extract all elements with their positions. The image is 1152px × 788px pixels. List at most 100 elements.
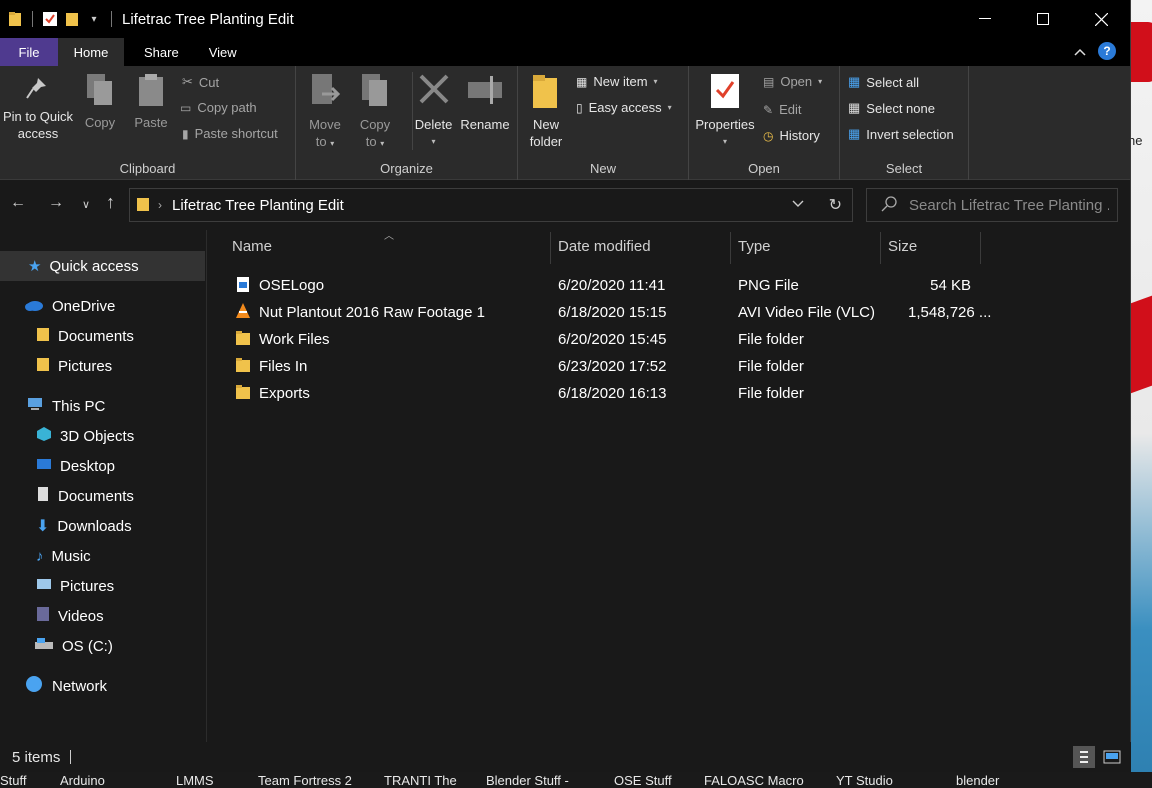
sidebar-item-documents[interactable]: Documents — [36, 481, 134, 511]
sidebar-item-onedrive-documents[interactable]: Documents — [36, 321, 134, 351]
paste-button[interactable]: Paste — [132, 72, 170, 131]
file-row[interactable]: OSELogo 6/20/2020 11:41 PNG File 54 KB — [230, 272, 980, 299]
file-date: 6/20/2020 11:41 — [558, 277, 666, 294]
address-bar[interactable]: › Lifetrac Tree Planting Edit ↻ — [129, 188, 853, 222]
taskbar-item[interactable]: Stuff — [0, 773, 27, 788]
collapse-ribbon-chevron-icon[interactable] — [1074, 43, 1086, 59]
maximize-button[interactable] — [1014, 0, 1072, 38]
file-row[interactable]: Work Files 6/20/2020 15:45 File folder — [230, 326, 980, 353]
tab-file[interactable]: File — [0, 38, 58, 66]
pin-to-quick-access-button[interactable]: Pin to Quick access — [2, 72, 74, 142]
new-item-button[interactable]: ▦ New item ▾ — [576, 74, 658, 89]
file-type: AVI Video File (VLC) — [738, 304, 875, 321]
file-row[interactable]: Exports 6/18/2020 16:13 File folder — [230, 380, 980, 407]
column-header-size[interactable]: Size — [888, 238, 917, 255]
open-icon: ▤ — [763, 74, 775, 89]
taskbar-item[interactable]: OSE Stuff — [614, 773, 672, 788]
easy-access-button[interactable]: ▯ Easy access ▾ — [576, 100, 672, 115]
breadcrumb[interactable]: Lifetrac Tree Planting Edit — [172, 197, 344, 214]
search-box[interactable] — [866, 188, 1118, 222]
chevron-down-icon: ▾ — [380, 139, 385, 148]
file-row[interactable]: Nut Plantout 2016 Raw Footage 1 6/18/202… — [230, 299, 991, 326]
file-row[interactable]: Files In 6/23/2020 17:52 File folder — [230, 353, 980, 380]
sidebar-item-onedrive-pictures[interactable]: Pictures — [36, 351, 112, 381]
sidebar-item-pictures[interactable]: Pictures — [36, 571, 114, 601]
forward-arrow-icon[interactable]: → — [48, 194, 64, 212]
help-icon[interactable]: ? — [1098, 42, 1116, 60]
edit-button[interactable]: ✎ Edit — [763, 102, 801, 117]
sidebar-item-quick-access[interactable]: ★ Quick access — [0, 251, 205, 281]
taskbar-item[interactable]: Team Fortress 2 — [258, 773, 352, 788]
file-name: Work Files — [259, 331, 330, 348]
breadcrumb-chevron-icon[interactable]: › — [158, 198, 162, 212]
column-divider[interactable] — [980, 232, 981, 264]
new-folder-button[interactable]: New folder — [526, 72, 566, 150]
back-arrow-icon[interactable]: ← — [10, 194, 26, 212]
folder-icon — [235, 384, 251, 404]
sidebar-item-network[interactable]: Network — [24, 671, 107, 701]
navigation-pane[interactable]: ★ Quick access OneDrive Documents Pictur… — [0, 230, 207, 742]
rename-button[interactable]: Rename — [460, 72, 510, 133]
taskbar-item[interactable]: TRANTI The — [384, 773, 457, 788]
address-history-chevron-icon[interactable] — [792, 197, 804, 211]
tab-share[interactable]: Share — [124, 38, 193, 66]
column-divider[interactable] — [550, 232, 551, 264]
column-header-type[interactable]: Type — [738, 238, 771, 255]
select-all-button[interactable]: ▦ Select all — [848, 74, 919, 90]
invert-selection-icon: ▦ — [848, 126, 861, 141]
up-arrow-icon[interactable]: ↑ — [106, 192, 115, 213]
tab-home[interactable]: Home — [58, 38, 124, 66]
taskbar-item[interactable]: Blender Stuff - — [486, 773, 569, 788]
ribbon-tabs: File Home Share View ? — [0, 38, 1130, 66]
sidebar-item-desktop[interactable]: Desktop — [36, 451, 115, 481]
search-input[interactable] — [909, 196, 1109, 214]
invert-selection-button[interactable]: ▦ Invert selection — [848, 126, 954, 142]
taskbar-item[interactable]: Arduino — [60, 773, 105, 788]
select-none-button[interactable]: ▦ Select none — [848, 100, 935, 116]
customize-qa-chevron-icon[interactable]: ▾ — [83, 8, 105, 30]
sidebar-item-music[interactable]: ♪ Music — [36, 541, 91, 571]
network-icon — [24, 675, 44, 697]
taskbar-item[interactable]: YT Studio — [836, 773, 893, 788]
properties-qa-icon[interactable] — [39, 8, 61, 30]
column-header-date-modified[interactable]: Date modified — [558, 238, 651, 255]
taskbar-item[interactable]: blender — [956, 773, 999, 788]
cut-button[interactable]: ✂ Cut — [182, 74, 219, 90]
copy-button[interactable]: Copy — [82, 72, 118, 131]
column-divider[interactable] — [880, 232, 881, 264]
details-view-icon[interactable] — [1073, 746, 1095, 768]
recent-locations-chevron-icon[interactable]: ∨ — [82, 198, 90, 211]
tab-view[interactable]: View — [193, 38, 251, 66]
file-date: 6/20/2020 15:45 — [558, 331, 667, 348]
new-folder-qa-icon[interactable] — [61, 8, 83, 30]
desktop-icon — [36, 457, 52, 475]
copy-to-button[interactable]: Copy to ▾ — [356, 72, 394, 152]
column-divider[interactable] — [730, 232, 731, 264]
history-button[interactable]: ◷ History — [763, 128, 820, 143]
delete-button[interactable]: Delete ▾ — [412, 72, 452, 150]
taskbar-item[interactable]: LMMS — [176, 773, 214, 788]
sidebar-item-this-pc[interactable]: This PC — [26, 391, 105, 421]
paste-shortcut-button[interactable]: ▮ Paste shortcut — [182, 126, 278, 141]
properties-button[interactable]: Properties ▾ — [695, 72, 755, 150]
sidebar-item-os-c[interactable]: OS (C:) — [34, 631, 113, 661]
sidebar-item-onedrive[interactable]: OneDrive — [24, 291, 115, 321]
taskbar-item[interactable]: FALOASC Macro — [704, 773, 804, 788]
minimize-button[interactable] — [956, 0, 1014, 38]
search-icon — [881, 195, 897, 215]
toolbar-separator — [32, 11, 33, 27]
sidebar-item-3d-objects[interactable]: 3D Objects — [36, 421, 134, 451]
copy-path-button[interactable]: ▭ Copy path — [180, 100, 257, 115]
document-icon — [36, 486, 50, 506]
large-icons-view-icon[interactable] — [1101, 746, 1123, 768]
sidebar-item-videos[interactable]: Videos — [36, 601, 104, 631]
move-to-button[interactable]: Move to ▾ — [306, 72, 344, 152]
sidebar-item-downloads[interactable]: ⬇ Downloads — [36, 511, 132, 541]
column-header-name[interactable]: Name — [232, 238, 272, 255]
select-group: ▦ Select all ▦ Select none ▦ Invert sele… — [840, 66, 969, 180]
file-list[interactable]: ︿ Name Date modified Type Size OSELogo 6… — [208, 230, 1131, 742]
close-button[interactable] — [1072, 0, 1130, 38]
file-date: 6/23/2020 17:52 — [558, 358, 667, 375]
open-button[interactable]: ▤ Open ▾ — [763, 74, 822, 89]
refresh-icon[interactable]: ↻ — [829, 195, 842, 215]
